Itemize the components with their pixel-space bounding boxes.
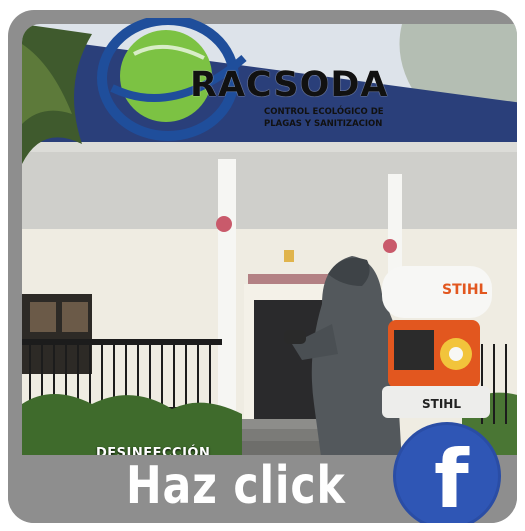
ad-card[interactable]: STIHL STIHL RACSODA CONTROL ECOLÓGICO DE… bbox=[8, 10, 517, 523]
sprayer-brand-top: STIHL bbox=[442, 282, 488, 298]
brand-tagline: CONTROL ECOLÓGICO DE PLAGAS Y SANITIZACI… bbox=[264, 107, 384, 129]
facebook-glyph: f bbox=[434, 433, 469, 524]
sprayer-brand-bottom: STIHL bbox=[422, 397, 461, 411]
brand-name: RACSODA bbox=[190, 65, 389, 105]
cta-label[interactable]: Haz click bbox=[126, 456, 346, 516]
facebook-icon[interactable]: f bbox=[393, 422, 501, 523]
